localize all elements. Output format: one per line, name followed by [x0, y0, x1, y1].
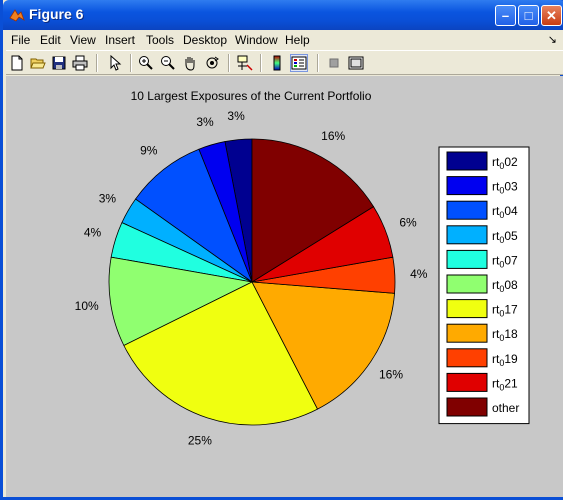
legend-entry-label: rt008	[492, 278, 518, 294]
legend-entry-label: rt007	[492, 253, 518, 269]
legend-swatch	[446, 151, 488, 171]
legend[interactable]: rt002 rt003 rt004 rt005 rt007 rt008 rt017 rt018…	[438, 146, 530, 425]
window-title: Figure 6	[29, 6, 84, 22]
legend-entry-label: rt003	[492, 180, 518, 196]
menu-help[interactable]: Help	[285, 33, 310, 47]
maximize-button[interactable]: □	[518, 5, 539, 26]
figure-window: Figure 6 – □ ✕ File Edit View Insert Too…	[0, 0, 563, 500]
open-folder-icon[interactable]	[29, 54, 47, 72]
slice-percent-label: 3%	[196, 115, 214, 129]
legend-entry-label: rt018	[492, 327, 518, 343]
menu-insert[interactable]: Insert	[105, 33, 135, 47]
legend-swatch	[446, 397, 488, 417]
legend-swatch	[446, 372, 488, 392]
toolbar-separator	[317, 54, 319, 72]
slice-percent-label: 3%	[99, 192, 117, 206]
toolbar-separator	[260, 54, 262, 72]
pointer-icon[interactable]	[106, 54, 124, 72]
dock-arrow-icon[interactable]: ↘	[548, 33, 557, 46]
title-bar[interactable]: Figure 6 – □ ✕	[3, 0, 563, 30]
print-icon[interactable]	[71, 54, 89, 72]
minimize-icon: –	[501, 8, 510, 23]
pie-slices	[108, 138, 396, 426]
legend-entry-label: rt004	[492, 204, 518, 220]
legend-swatch	[446, 200, 488, 220]
maximize-icon: □	[524, 8, 533, 23]
legend-swatch	[446, 176, 488, 196]
legend-swatch	[446, 299, 488, 319]
slice-percent-label: 4%	[84, 225, 102, 239]
close-button[interactable]: ✕	[541, 5, 562, 26]
toolbar-separator	[228, 54, 230, 72]
zoom-in-icon[interactable]	[137, 54, 155, 72]
slice-percent-label: 25%	[188, 434, 212, 448]
menu-edit[interactable]: Edit	[40, 33, 61, 47]
save-icon[interactable]	[50, 54, 68, 72]
legend-swatch	[446, 348, 488, 368]
matlab-logo-icon	[9, 9, 25, 22]
show-plot-tools-icon[interactable]	[347, 54, 365, 72]
menu-bar: File Edit View Insert Tools Desktop Wind…	[6, 30, 563, 50]
legend-entry-label: rt002	[492, 155, 518, 171]
toolbar-separator	[130, 54, 132, 72]
figure-canvas[interactable]: 10 Largest Exposures of the Current Port…	[6, 76, 563, 497]
legend-entry-label: other	[492, 401, 519, 415]
new-file-icon[interactable]	[8, 54, 26, 72]
slice-percent-label: 3%	[227, 109, 245, 123]
legend-entry-label: rt017	[492, 303, 518, 319]
zoom-out-icon[interactable]	[159, 54, 177, 72]
pie-chart: 10 Largest Exposures of the Current Port…	[75, 89, 530, 448]
close-icon: ✕	[546, 8, 557, 23]
menu-file[interactable]: File	[11, 33, 30, 47]
menu-tools[interactable]: Tools	[146, 33, 174, 47]
legend-entry-label: rt021	[492, 376, 518, 392]
slice-percent-label: 16%	[379, 368, 403, 382]
data-cursor-icon[interactable]	[236, 54, 254, 72]
pan-hand-icon[interactable]	[181, 54, 199, 72]
legend-swatch	[446, 274, 488, 294]
figure-toolbar	[6, 50, 563, 75]
minimize-button[interactable]: –	[495, 5, 516, 26]
hide-plot-tools-icon[interactable]	[325, 54, 343, 72]
legend-icon[interactable]	[290, 54, 308, 72]
legend-swatch	[446, 249, 488, 269]
rotate-3d-icon[interactable]	[203, 54, 221, 72]
menu-desktop[interactable]: Desktop	[183, 33, 227, 47]
slice-percent-label: 6%	[399, 215, 417, 229]
colorbar-icon[interactable]	[268, 54, 286, 72]
toolbar-separator	[96, 54, 98, 72]
chart-title: 10 Largest Exposures of the Current Port…	[131, 89, 372, 103]
legend-entry-label: rt019	[492, 352, 518, 368]
menu-view[interactable]: View	[70, 33, 96, 47]
legend-entry-label: rt005	[492, 229, 518, 245]
slice-percent-label: 16%	[321, 129, 345, 143]
legend-swatch	[446, 323, 488, 343]
slice-percent-label: 9%	[140, 144, 158, 158]
slice-percent-label: 10%	[75, 299, 99, 313]
menu-window[interactable]: Window	[235, 33, 278, 47]
slice-percent-label: 4%	[410, 267, 428, 281]
legend-swatch	[446, 225, 488, 245]
